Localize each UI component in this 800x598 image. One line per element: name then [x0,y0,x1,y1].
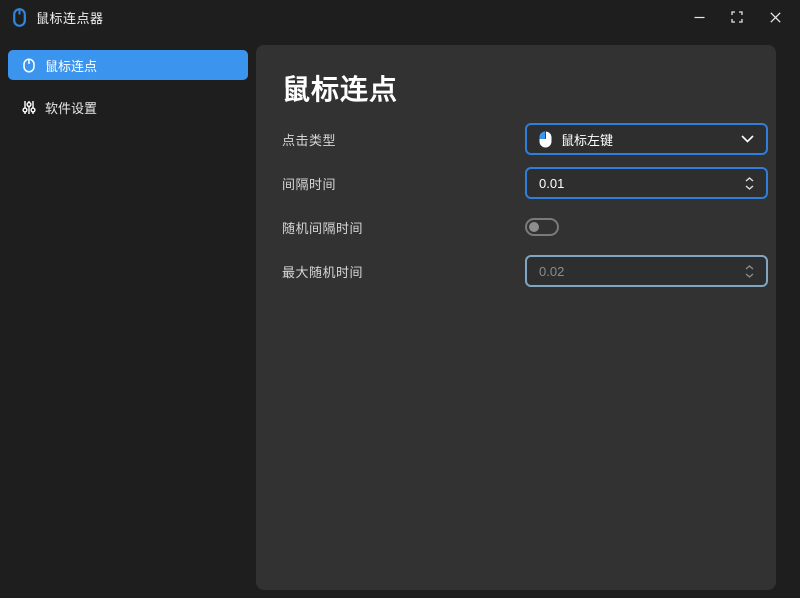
app-mouse-icon [13,8,26,27]
interval-stepper[interactable] [745,177,758,190]
random-interval-toggle[interactable] [525,218,559,236]
sliders-icon [21,100,36,115]
window-title: 鼠标连点器 [36,8,104,27]
click-type-label: 点击类型 [282,130,336,149]
max-random-numbox [525,255,768,287]
max-random-label: 最大随机时间 [282,262,363,281]
maximize-button[interactable] [718,0,756,34]
titlebar: 鼠标连点器 [0,0,800,34]
mouse-left-button-icon [539,131,552,148]
window-controls [680,0,800,34]
main-panel: 鼠标连点 点击类型 鼠标左键 [256,45,776,590]
sidebar-item-label: 软件设置 [45,98,97,117]
toggle-knob [529,222,539,232]
max-random-stepper[interactable] [745,265,758,278]
max-random-input[interactable] [527,264,745,279]
sidebar-item-mouse-click[interactable]: 鼠标连点 [8,50,248,80]
sidebar: 鼠标连点 软件设置 [0,34,256,134]
click-type-row: 点击类型 鼠标左键 [282,123,768,155]
chevron-down-icon [745,185,754,190]
max-random-row: 最大随机时间 [282,255,768,287]
interval-row: 间隔时间 [282,167,768,199]
interval-numbox [525,167,768,199]
chevron-down-icon [745,273,754,278]
click-type-value: 鼠标左键 [561,130,613,149]
chevron-up-icon [745,177,754,182]
interval-label: 间隔时间 [282,174,336,193]
maximize-icon [731,11,743,23]
random-interval-label: 随机间隔时间 [282,218,363,237]
sidebar-item-settings[interactable]: 软件设置 [8,92,248,122]
close-icon [770,12,781,23]
interval-input[interactable] [527,176,745,191]
chevron-up-icon [745,265,754,270]
chevron-down-icon [741,135,754,143]
sidebar-item-label: 鼠标连点 [45,56,97,75]
click-type-dropdown[interactable]: 鼠标左键 [525,123,768,155]
close-button[interactable] [756,0,794,34]
mouse-click-icon [21,58,36,73]
page-title: 鼠标连点 [282,73,768,107]
minimize-button[interactable] [680,0,718,34]
minimize-icon [694,12,705,23]
random-interval-row: 随机间隔时间 [282,211,768,243]
